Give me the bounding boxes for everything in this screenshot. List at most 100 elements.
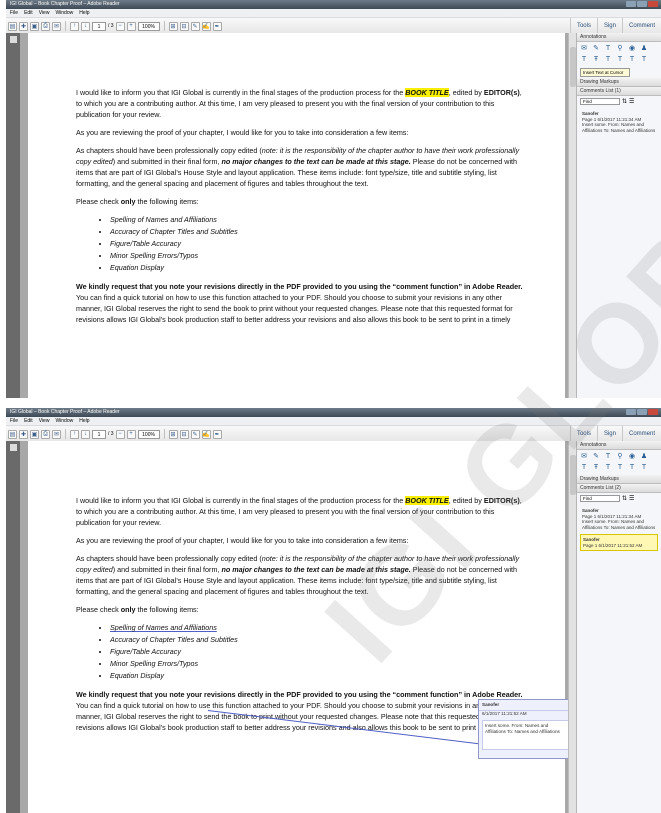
text-box-icon[interactable]: T [628,56,636,64]
maximize-button[interactable] [637,409,647,415]
zoom-in-icon[interactable]: + [126,21,136,31]
email-icon[interactable]: ✉ [52,21,61,31]
annotations-header[interactable]: Annotations [577,441,661,450]
insert-text-icon[interactable]: T [616,464,624,472]
zoom-out-icon[interactable]: − [115,429,125,439]
filter-icon[interactable]: ☰ [629,495,634,502]
sign-icon[interactable]: ✒ [212,429,222,439]
comments-list-header[interactable]: Comments List (2) [577,484,661,493]
attach-file-icon[interactable]: ⚲ [616,453,624,461]
zoom-in-icon[interactable]: + [126,429,136,439]
sticky-note-icon[interactable]: ✉ [580,453,588,461]
tab-comment[interactable]: Comment [621,18,661,34]
filter-icon[interactable]: ☰ [629,98,634,105]
add-text-icon[interactable]: T [604,453,612,461]
annotations-header[interactable]: Annotations [577,33,661,42]
record-audio-icon[interactable]: ◉ [628,45,636,53]
minimize-button[interactable] [626,1,636,7]
menu-edit[interactable]: Edit [24,9,33,17]
email-icon[interactable]: ✉ [52,429,61,439]
menu-window[interactable]: Window [55,9,73,17]
stamp-icon[interactable]: ♟ [640,45,648,53]
fit-page-icon[interactable]: ⊞ [168,429,178,439]
comment-popup[interactable]: Sanofer ▢ 6/1/2017 11:21:52 AM Insert so… [478,699,576,759]
underline-icon[interactable]: T [604,56,612,64]
highlight-icon[interactable]: ✍ [201,21,211,31]
fit-width-icon[interactable]: ⊟ [179,21,189,31]
comment-icon[interactable]: ✎ [190,429,200,439]
comment-item[interactable]: Sanofer Page 1 6/1/2017 11:21:34 AM Inse… [580,506,658,532]
page-thumbnails-icon[interactable] [9,36,17,43]
print-icon[interactable]: ⎙ [41,429,50,439]
create-icon[interactable]: ✚ [19,429,28,439]
replace-text-icon[interactable]: T [580,464,588,472]
sticky-note-icon[interactable]: ✉ [580,45,588,53]
book-title-highlight[interactable]: BOOK TITLE [405,88,449,97]
save-icon[interactable]: ▣ [30,21,39,31]
highlight-text-icon[interactable]: ✎ [592,45,600,53]
create-icon[interactable]: ✚ [19,21,28,31]
find-input[interactable]: Find [580,98,620,105]
highlight-text-icon[interactable]: ✎ [592,453,600,461]
open-icon[interactable]: ▤ [8,429,17,439]
menu-help[interactable]: Help [79,9,89,17]
comments-list-header[interactable]: Comments List (1) [577,87,661,96]
sort-icon[interactable]: ⇅ [622,98,627,105]
callout-icon[interactable]: T [640,56,648,64]
record-audio-icon[interactable]: ◉ [628,453,636,461]
sort-icon[interactable]: ⇅ [622,495,627,502]
book-title-highlight[interactable]: BOOK TITLE [405,496,449,505]
comment-item-selected[interactable]: Sanofer Page 1 6/1/2017 11:21:52 AM [580,534,658,551]
sign-icon[interactable]: ✒ [212,21,222,31]
find-input[interactable]: Find [580,495,620,502]
menu-view[interactable]: View [39,9,50,17]
comment-icon[interactable]: ✎ [190,21,200,31]
minimize-button[interactable] [626,409,636,415]
menu-edit[interactable]: Edit [24,417,33,425]
paragraph-intro: I would like to inform you that IGI Glob… [76,495,526,528]
close-button[interactable] [648,1,658,7]
zoom-out-icon[interactable]: − [115,21,125,31]
tab-sign[interactable]: Sign [596,18,622,34]
underline-icon[interactable]: T [604,464,612,472]
fit-width-icon[interactable]: ⊟ [179,429,189,439]
insert-text-icon[interactable]: T [616,56,624,64]
save-icon[interactable]: ▣ [30,429,39,439]
next-page-icon[interactable]: ↓ [81,429,90,439]
popup-text[interactable]: Insert some. From: Names and Affiliation… [482,720,572,750]
prev-page-icon[interactable]: ↑ [70,429,79,439]
strikethrough-icon[interactable]: Ŧ [592,56,600,64]
add-text-icon[interactable]: T [604,45,612,53]
tab-tools[interactable]: Tools [569,426,597,442]
callout-icon[interactable]: T [640,464,648,472]
prev-page-icon[interactable]: ↑ [70,21,79,31]
page-number-field[interactable]: 1 [92,21,106,31]
drawing-markups-header[interactable]: Drawing Markups [577,78,661,87]
tab-sign[interactable]: Sign [596,426,622,442]
open-icon[interactable]: ▤ [8,21,17,31]
stamp-icon[interactable]: ♟ [640,453,648,461]
print-icon[interactable]: ⎙ [41,21,50,31]
attach-file-icon[interactable]: ⚲ [616,45,624,53]
highlight-icon[interactable]: ✍ [201,429,211,439]
menu-view[interactable]: View [39,417,50,425]
text-box-icon[interactable]: T [628,464,636,472]
drawing-markups-header[interactable]: Drawing Markups [577,475,661,484]
close-button[interactable] [648,409,658,415]
maximize-button[interactable] [637,1,647,7]
fit-page-icon[interactable]: ⊞ [168,21,178,31]
tab-tools[interactable]: Tools [569,18,597,34]
page-number-field[interactable]: 1 [92,429,106,439]
replace-text-icon[interactable]: T [580,56,588,64]
zoom-field[interactable]: 100% [137,21,160,31]
menu-window[interactable]: Window [55,417,73,425]
menu-file[interactable]: File [10,417,18,425]
menu-file[interactable]: File [10,9,18,17]
next-page-icon[interactable]: ↓ [81,21,90,31]
strikethrough-icon[interactable]: Ŧ [592,464,600,472]
comment-item[interactable]: Sanofer Page 1 6/1/2017 11:21:34 AM Inse… [580,109,658,135]
menu-help[interactable]: Help [79,417,89,425]
page-thumbnails-icon[interactable] [9,444,17,451]
tab-comment[interactable]: Comment [621,426,661,442]
zoom-field[interactable]: 100% [137,429,160,439]
